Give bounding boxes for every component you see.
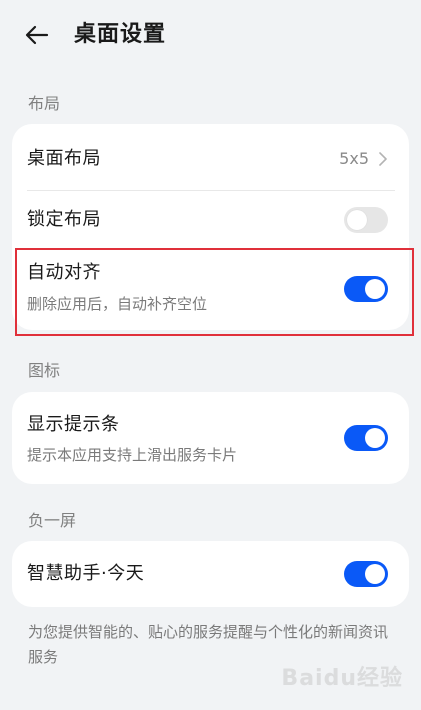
auto-align-subtitle: 删除应用后，自动补齐空位 <box>27 295 208 313</box>
chevron-right-icon <box>379 152 387 166</box>
show-hint-bar-subtitle: 提示本应用支持上滑出服务卡片 <box>27 446 238 464</box>
smart-assistant-row[interactable]: 智慧助手·今天 <box>12 541 409 607</box>
auto-align-toggle[interactable] <box>344 276 388 302</box>
watermark: Baidu经验 <box>281 666 403 691</box>
toggle-knob <box>365 564 385 584</box>
toggle-knob <box>365 279 385 299</box>
page-title: 桌面设置 <box>74 22 167 47</box>
layout-card: 桌面布局 5x5 锁定布局 自动对齐 删除应用后，自动补齐空位 <box>12 124 409 330</box>
lock-layout-title: 锁定布局 <box>27 209 101 230</box>
desktop-layout-row[interactable]: 桌面布局 5x5 <box>12 124 409 190</box>
lock-layout-toggle[interactable] <box>344 207 388 233</box>
arrow-left-icon[interactable] <box>22 20 52 50</box>
auto-align-row[interactable]: 自动对齐 删除应用后，自动补齐空位 <box>12 249 409 330</box>
auto-align-title: 自动对齐 <box>27 262 101 283</box>
desktop-layout-title: 桌面布局 <box>27 148 101 169</box>
minus-one-screen-card: 智慧助手·今天 <box>12 541 409 607</box>
toggle-knob <box>365 428 385 448</box>
desktop-layout-value: 5x5 <box>339 149 369 168</box>
header: 桌面设置 <box>0 0 421 72</box>
section-label-layout: 布局 <box>28 94 61 113</box>
section-label-minus-one-screen: 负一屏 <box>28 511 77 530</box>
show-hint-bar-row[interactable]: 显示提示条 提示本应用支持上滑出服务卡片 <box>12 392 409 484</box>
show-hint-bar-toggle[interactable] <box>344 425 388 451</box>
icons-card: 显示提示条 提示本应用支持上滑出服务卡片 <box>12 392 409 484</box>
section-label-icons: 图标 <box>28 361 61 380</box>
smart-assistant-title: 智慧助手·今天 <box>27 563 145 584</box>
show-hint-bar-title: 显示提示条 <box>27 414 120 435</box>
lock-layout-row[interactable]: 锁定布局 <box>12 191 409 249</box>
smart-assistant-toggle[interactable] <box>344 561 388 587</box>
toggle-knob <box>347 210 367 230</box>
